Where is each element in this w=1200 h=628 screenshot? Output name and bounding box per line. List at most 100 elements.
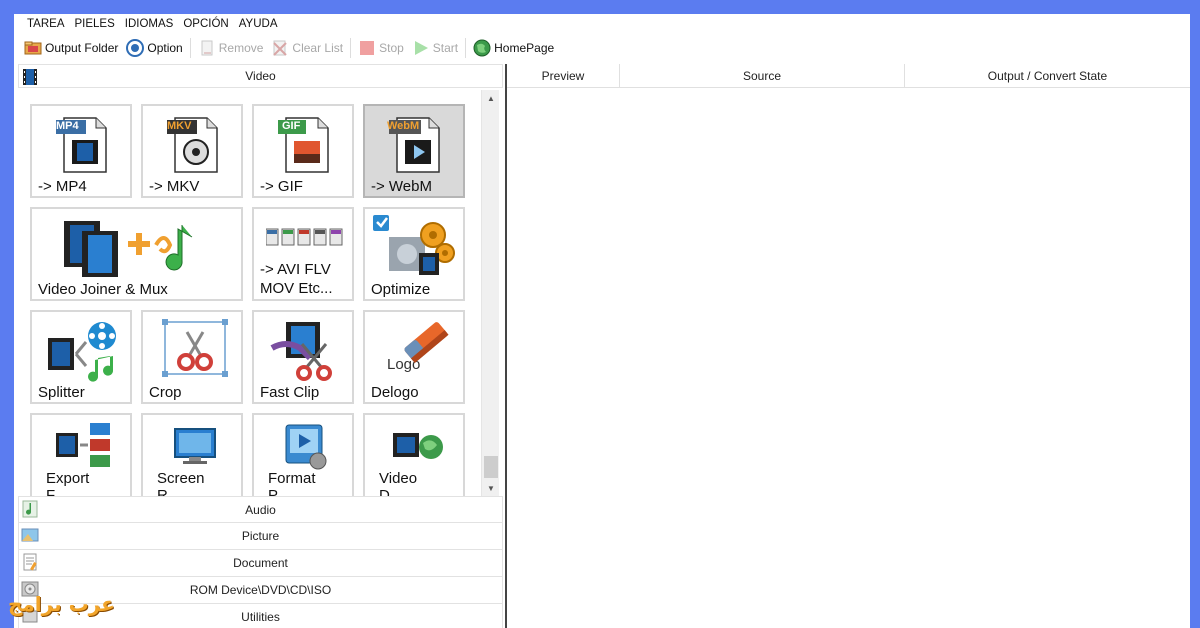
tile-label: Export F	[46, 470, 90, 496]
option-button[interactable]: Option	[122, 36, 186, 60]
menu-ayuda[interactable]: AYUDA	[234, 18, 283, 30]
tiles-scrollbar[interactable]: ▲ ▼	[481, 90, 499, 496]
video-tools-grid: MP4 -> MP4 MKV -> MKV GIF -> GIF WebM ->…	[18, 90, 503, 496]
stop-label: Stop	[379, 41, 404, 55]
toolbar: Output Folder Option Remove Clear List S…	[14, 35, 1190, 61]
start-label: Start	[432, 41, 459, 55]
option-label: Option	[147, 41, 183, 55]
toolbar-divider	[189, 38, 191, 58]
crop-tile[interactable]: Crop	[141, 310, 243, 404]
video-download-tile[interactable]: Video D	[363, 413, 465, 496]
column-source[interactable]: Source	[620, 64, 905, 87]
category-label: Picture	[241, 529, 280, 543]
table-header: Preview Source Output / Convert State	[507, 64, 1190, 88]
toolbar-divider	[350, 38, 352, 58]
remove-page-icon	[198, 39, 216, 57]
video-section-header[interactable]: Video	[18, 64, 503, 88]
format-player-tile[interactable]: Format P	[252, 413, 354, 496]
video-joiner-icon	[64, 221, 193, 277]
stop-button[interactable]: Stop	[354, 36, 408, 60]
to-mp4-tile[interactable]: MP4 -> MP4	[30, 104, 132, 198]
splitter-tile[interactable]: Splitter	[30, 310, 132, 404]
menu-opcion[interactable]: OPCIÓN	[178, 18, 233, 30]
clear-list-label: Clear List	[292, 41, 344, 55]
menu-pieles[interactable]: PIELES	[70, 18, 120, 30]
tile-label: -> MP4	[38, 178, 87, 195]
menu-tarea[interactable]: TAREA	[22, 18, 70, 30]
category-label: Document	[233, 556, 288, 570]
tile-label: Delogo	[371, 384, 419, 401]
watermark-logo: عرب برامج	[8, 592, 115, 616]
to-webm-tile[interactable]: WebM -> WebM	[363, 104, 465, 198]
delogo-tile[interactable]: Logo Delogo	[363, 310, 465, 404]
video-section-label: Video	[245, 69, 276, 83]
scroll-thumb[interactable]	[484, 456, 498, 478]
multi-format-tile[interactable]: -> AVI FLV MOV Etc...	[252, 207, 354, 301]
multi-format-icon	[266, 228, 343, 246]
music-note-icon	[21, 500, 39, 518]
tile-label: Video Joiner & Mux	[38, 281, 168, 298]
toolbar-divider	[465, 38, 467, 58]
option-icon	[126, 39, 145, 57]
tile-label: Video D	[379, 470, 418, 496]
tile-label: -> MKV	[149, 178, 200, 195]
homepage-label: HomePage	[494, 41, 555, 55]
scroll-up-arrow-icon[interactable]: ▲	[482, 90, 500, 106]
column-preview[interactable]: Preview	[507, 64, 620, 87]
output-folder-label: Output Folder	[45, 41, 119, 55]
picture-icon	[21, 526, 39, 544]
category-picture[interactable]: Picture	[18, 523, 503, 550]
tile-label: Splitter	[38, 384, 85, 401]
eraser-icon	[404, 322, 449, 363]
optimize-tile[interactable]: Optimize	[363, 207, 465, 301]
format-player-icon	[285, 424, 327, 470]
homepage-button[interactable]: HomePage	[469, 36, 558, 60]
category-label: ROM Device\DVD\CD\ISO	[189, 583, 332, 597]
fast-clip-icon	[270, 322, 332, 381]
column-output-state[interactable]: Output / Convert State	[905, 64, 1190, 87]
screen-record-icon	[174, 428, 216, 464]
tile-label: -> GIF	[260, 178, 303, 195]
mp4-badge: MP4	[56, 120, 79, 132]
output-folder-button[interactable]: Output Folder	[20, 36, 122, 60]
video-download-icon	[393, 433, 443, 459]
video-joiner-tile[interactable]: Video Joiner & Mux	[30, 207, 243, 301]
mkv-badge: MKV	[167, 120, 192, 132]
tile-label: Optimize	[371, 281, 431, 298]
to-gif-tile[interactable]: GIF -> GIF	[252, 104, 354, 198]
play-icon	[412, 39, 430, 57]
crop-scissors-icon	[162, 319, 228, 377]
remove-label: Remove	[218, 41, 264, 55]
tile-label: Format P	[268, 470, 316, 496]
app-window: TAREA PIELES IDIOMAS OPCIÓN AYUDA Output…	[14, 14, 1190, 628]
conversion-list[interactable]: Preview Source Output / Convert State	[505, 64, 1190, 628]
category-document[interactable]: Document	[18, 550, 503, 577]
tile-label: Screen R	[157, 470, 205, 496]
start-button[interactable]: Start	[408, 36, 462, 60]
screen-record-tile[interactable]: Screen R	[141, 413, 243, 496]
webm-badge: WebM	[387, 120, 420, 132]
tile-label: -> AVI FLV MOV Etc...	[260, 261, 333, 297]
document-icon	[21, 553, 39, 571]
stop-icon	[358, 39, 376, 57]
splitter-icon	[48, 322, 116, 382]
export-frames-tile[interactable]: Export F	[30, 413, 132, 496]
task-panel: Video MP4 -> MP4 MKV -> MKV GIF -> GIF W…	[18, 64, 503, 628]
tile-label: Fast Clip	[260, 384, 320, 401]
clear-list-button[interactable]: Clear List	[267, 36, 347, 60]
clear-list-icon	[271, 39, 289, 57]
optimize-gears-icon	[373, 215, 455, 275]
fast-clip-tile[interactable]: Fast Clip	[252, 310, 354, 404]
to-mkv-tile[interactable]: MKV -> MKV	[141, 104, 243, 198]
tile-label: -> WebM	[371, 178, 432, 195]
category-label: Audio	[245, 502, 276, 517]
menu-bar: TAREA PIELES IDIOMAS OPCIÓN AYUDA	[14, 14, 1190, 34]
category-label: Utilities	[241, 610, 280, 624]
menu-idiomas[interactable]: IDIOMAS	[120, 18, 179, 30]
category-audio[interactable]: Audio	[18, 496, 503, 523]
remove-button[interactable]: Remove	[194, 36, 268, 60]
tile-label: Crop	[149, 384, 182, 401]
scroll-down-arrow-icon[interactable]: ▼	[482, 480, 500, 496]
export-frames-icon	[56, 423, 110, 467]
globe-icon	[473, 39, 491, 57]
